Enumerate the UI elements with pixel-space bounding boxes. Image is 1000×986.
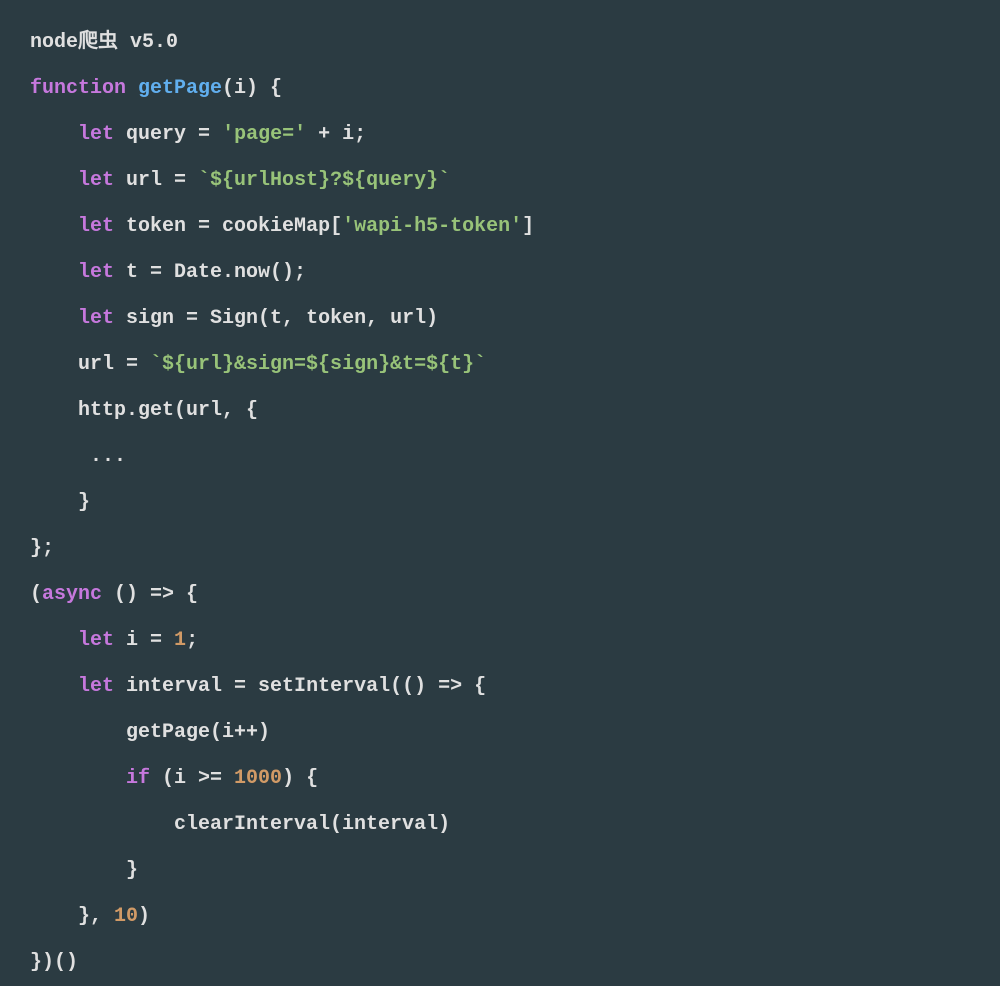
code-line: })() [30, 951, 78, 974]
code-line: let sign = Sign(t, token, url) [30, 307, 438, 330]
code-line: http.get(url, { [30, 399, 258, 422]
code-line: url = `${url}&sign=${sign}&t=${t}` [30, 353, 486, 376]
code-line: let token = cookieMap['wapi-h5-token'] [30, 215, 534, 238]
code-line: let query = 'page=' + i; [30, 123, 366, 146]
code-line: getPage(i++) [30, 721, 270, 744]
code-line: function getPage(i) { [30, 77, 282, 100]
code-line: if (i >= 1000) { [30, 767, 318, 790]
code-line: (async () => { [30, 583, 198, 606]
code-line: clearInterval(interval) [30, 813, 450, 836]
code-line: node爬虫 v5.0 [30, 31, 178, 54]
code-line: }; [30, 537, 54, 560]
code-line: let url = `${urlHost}?${query}` [30, 169, 450, 192]
code-block: node爬虫 v5.0 function getPage(i) { let qu… [30, 20, 970, 986]
code-line: let interval = setInterval(() => { [30, 675, 486, 698]
code-line: let i = 1; [30, 629, 198, 652]
code-line: let t = Date.now(); [30, 261, 306, 284]
code-line: } [30, 859, 138, 882]
code-line: }, 10) [30, 905, 150, 928]
code-line: ... [30, 445, 126, 468]
code-line: } [30, 491, 90, 514]
